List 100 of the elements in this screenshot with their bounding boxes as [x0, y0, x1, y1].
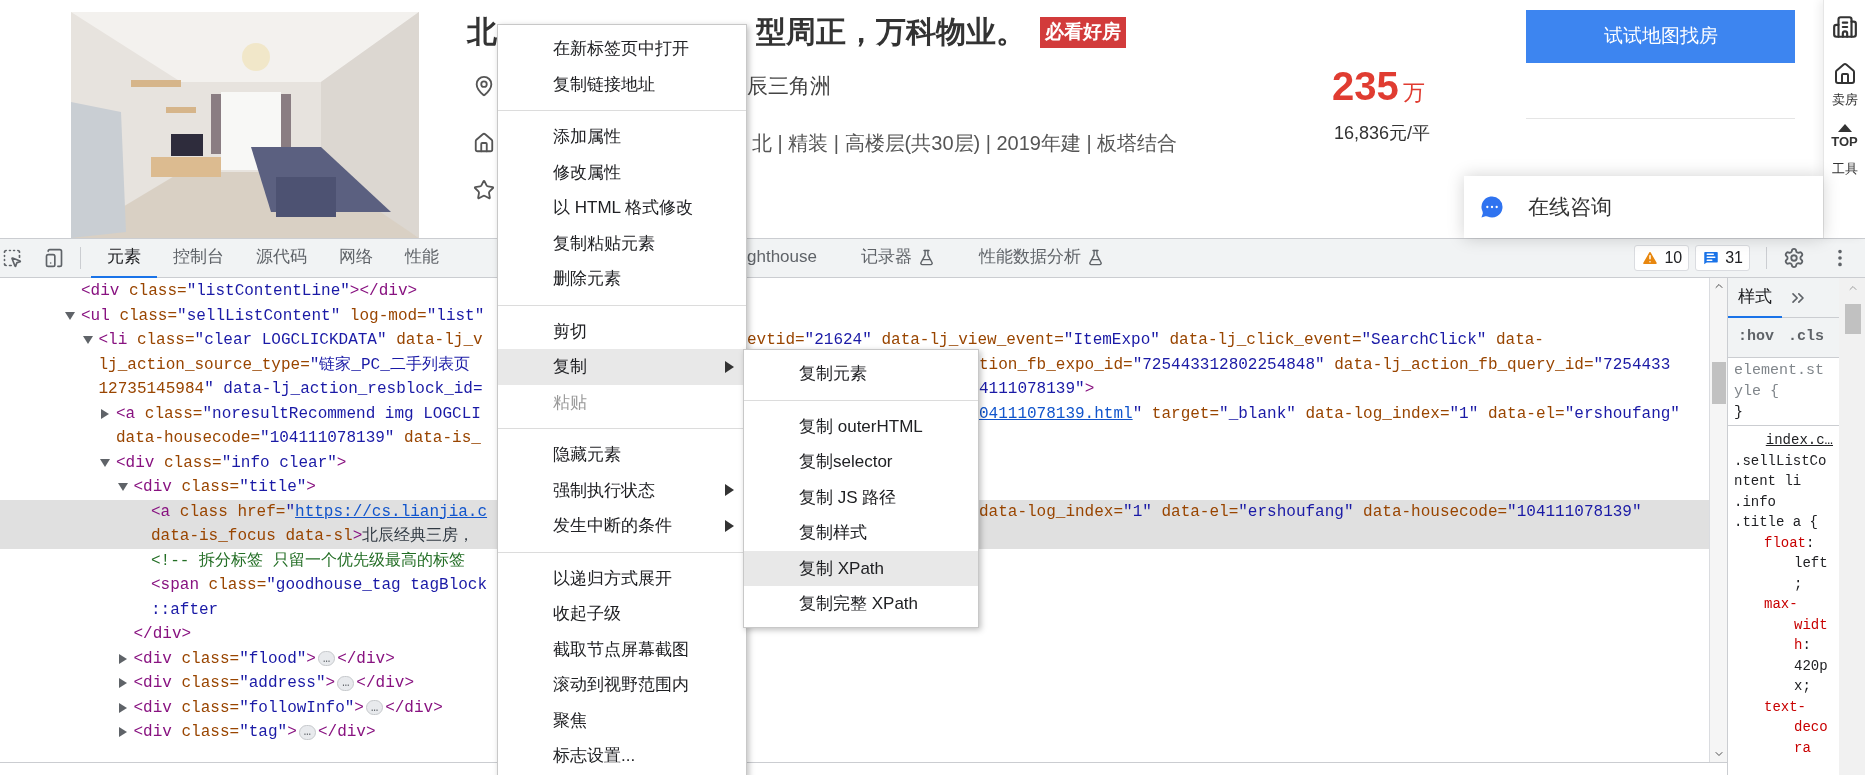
right-triangle-icon[interactable] — [117, 678, 128, 689]
code-text: tion_fb_expo_id="725443312802254848" data-lj_action_fb_query_id="7254433 — [979, 354, 1671, 376]
submenu-arrow-icon — [725, 484, 734, 497]
message-icon — [1702, 249, 1721, 267]
code-text: <span class="goodhouse_tag tagBlock — [151, 575, 488, 597]
code-text: <div class="listContentLine"></div> — [81, 281, 418, 303]
device-toolbar-icon[interactable] — [44, 248, 64, 268]
css-selector: element.style { — [1734, 361, 1825, 402]
flask-icon — [917, 248, 935, 266]
menu-item[interactable]: 复制链接地址 — [498, 66, 746, 102]
code-link[interactable]: https://cs.lianjia.c — [295, 502, 488, 521]
building-icon[interactable] — [1831, 14, 1858, 40]
ellipsis-button[interactable]: … — [298, 724, 316, 740]
menu-item[interactable]: 滚动到视野范围内 — [498, 667, 746, 703]
ellipsis-button[interactable]: … — [337, 675, 355, 691]
consult-label: 在线咨询 — [1528, 194, 1612, 221]
messages-counter[interactable]: 31 — [1695, 245, 1750, 271]
sidebar-label[interactable]: 工具 — [1831, 159, 1858, 179]
devtools-tab[interactable]: 性能数据分析 — [962, 238, 1120, 278]
menu-item[interactable]: 隐藏元素 — [498, 437, 746, 473]
menu-item[interactable]: 复制样式 — [744, 515, 978, 551]
menu-item[interactable]: 添加属性 — [498, 119, 746, 155]
code-text: data-housecode="104111078139" data-is_ — [116, 428, 481, 450]
stylesheet-link[interactable]: index.c… — [1765, 430, 1833, 451]
style-toggle[interactable]: .cls — [1788, 326, 1825, 349]
menu-item[interactable]: 复制selector — [744, 444, 978, 480]
map-search-button[interactable]: 试试地图找房 — [1526, 10, 1795, 63]
down-triangle-icon[interactable] — [100, 457, 110, 468]
right-triangle-icon[interactable] — [117, 727, 128, 738]
code-text: <ul class="sellListContent" log-mod="list" — [81, 305, 485, 327]
code-text: </div> — [385, 697, 443, 719]
devtools-tab[interactable]: 控制台 — [157, 238, 240, 278]
up-triangle-icon[interactable] — [1837, 123, 1852, 132]
css-brace: } — [1734, 403, 1744, 423]
menu-item[interactable]: 标志设置... — [498, 738, 746, 774]
house-icon[interactable] — [1832, 62, 1857, 86]
down-triangle-icon[interactable] — [82, 335, 93, 346]
right-triangle-icon[interactable] — [117, 653, 128, 664]
consult-panel[interactable]: 在线咨询 — [1464, 176, 1823, 238]
flask-icon — [1086, 248, 1104, 266]
code-text: </div> — [133, 624, 192, 646]
code-text: <div class="tag"> — [133, 722, 297, 744]
total-price: 235 — [1332, 66, 1399, 106]
menu-item[interactable]: 复制 JS 路径 — [744, 479, 978, 515]
menu-item[interactable]: 复制 XPath — [744, 550, 978, 586]
menu-item[interactable]: 以 HTML 格式修改 — [498, 190, 746, 226]
code-text: <div class="flood"> — [133, 648, 316, 670]
code-text: <a class href="https://cs.lianjia.c — [151, 501, 488, 523]
inspect-element-icon[interactable] — [2, 248, 22, 268]
scrollbar-thumb[interactable] — [1844, 304, 1861, 334]
menu-item[interactable]: 在新标签页中打开 — [498, 31, 746, 67]
down-triangle-icon[interactable] — [117, 482, 128, 493]
menu-item[interactable]: 复制 — [498, 349, 746, 385]
menu-item[interactable]: 强制执行状态 — [498, 472, 746, 508]
code-text: <!-- 拆分标签 只留一个优先级最高的标签 — [151, 550, 465, 572]
settings-icon[interactable] — [1783, 247, 1805, 269]
listing-title: 北 — [467, 17, 497, 47]
css-declaration[interactable]: max-width: 420px; — [1734, 594, 1833, 697]
code-text: 12735145984" data-lj_action_resblock_id= — [98, 379, 483, 401]
css-declaration[interactable]: float: left; — [1734, 532, 1833, 594]
code-text: data-is_focus data-sl>北辰经典三房， — [151, 525, 475, 548]
menu-item[interactable]: 聚焦 — [498, 702, 746, 738]
right-triangle-icon[interactable] — [100, 408, 110, 419]
menu-item[interactable]: 复制元素 — [744, 356, 978, 392]
sidebar-label[interactable]: 卖房 — [1831, 90, 1858, 110]
ellipsis-button[interactable]: … — [317, 651, 336, 667]
code-text: evtid="21624" data-lj_view_event="ItemExpo" data-lj_click_event="SearchClick" data- — [747, 330, 1544, 352]
menu-item[interactable]: 发生中断的条件 — [498, 508, 746, 544]
style-toggle[interactable]: :hov — [1738, 326, 1774, 349]
price-unit: 万 — [1402, 82, 1425, 104]
house-details: 北 | 精装 | 高楼层(共30层) | 2019年建 | 板塔结合 — [752, 131, 1178, 156]
menu-item[interactable]: 收起子级 — [498, 596, 746, 632]
devtools-tab[interactable]: 网络 — [323, 238, 389, 278]
menu-item[interactable]: 修改属性 — [498, 154, 746, 190]
star-icon[interactable] — [473, 179, 495, 201]
chat-bubble-icon — [1478, 193, 1506, 221]
menu-item[interactable]: 复制 outerHTML — [744, 408, 978, 444]
code-text: <div class="address"> — [133, 673, 336, 695]
code-text: lj_action_source_type="链家_PC_二手列表页 — [98, 354, 470, 376]
back-to-top-label[interactable]: TOP — [1831, 131, 1858, 151]
down-triangle-icon[interactable] — [65, 310, 75, 321]
code-link[interactable]: 04111078139.html — [979, 404, 1133, 423]
devtools-tab[interactable]: 记录器 — [844, 238, 951, 278]
menu-item[interactable]: 复制完整 XPath — [744, 586, 978, 622]
ellipsis-button[interactable]: … — [365, 700, 384, 716]
warnings-counter[interactable]: 10 — [1634, 245, 1690, 271]
code-text: ::after — [151, 599, 219, 621]
menu-item[interactable]: 以递归方式展开 — [498, 560, 746, 596]
menu-item[interactable]: 截取节点屏幕截图 — [498, 631, 746, 667]
code-text: <a class="noresultRecommend img LOGCLI — [116, 403, 481, 425]
code-text: data-log_index="1" data-el="ershoufang" data-housecode="104111078139" — [979, 501, 1642, 523]
scrollbar-thumb[interactable] — [1711, 362, 1726, 404]
community-name[interactable]: 辰三角洲 — [747, 70, 831, 102]
tag-label: 必看好房 — [1040, 16, 1126, 48]
menu-item[interactable]: 剪切 — [498, 313, 746, 349]
css-selector: .sellListContent li .info .title a { — [1734, 451, 1828, 532]
devtools-tab[interactable]: 性能 — [389, 238, 455, 278]
right-triangle-icon[interactable] — [117, 702, 128, 713]
css-declaration[interactable]: text-decora — [1734, 696, 1833, 758]
devtools-tab[interactable]: 源代码 — [240, 238, 323, 278]
